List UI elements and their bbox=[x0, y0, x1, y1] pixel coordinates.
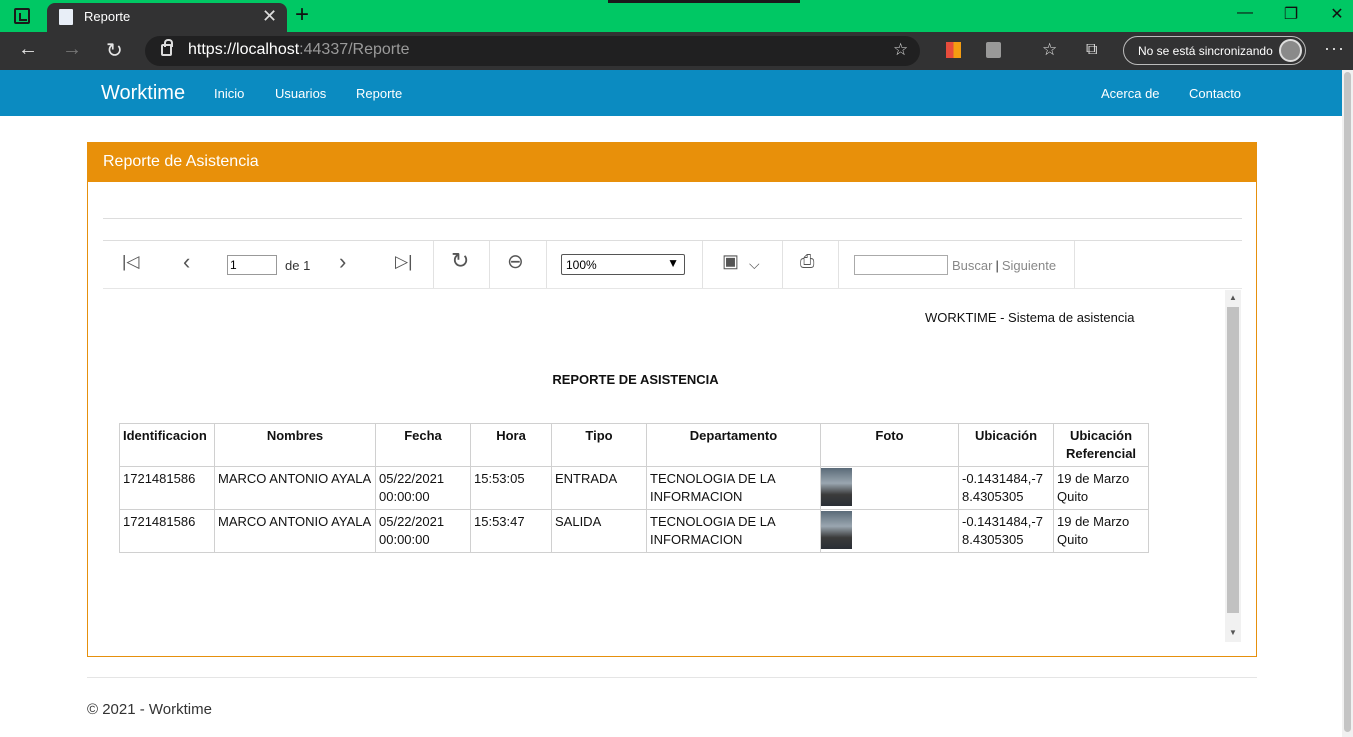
chevron-down-icon[interactable]: ⌵ bbox=[749, 256, 760, 273]
find-links: Buscar | Siguiente bbox=[952, 258, 1057, 273]
cell-hora: 15:53:47 bbox=[470, 509, 552, 553]
page-icon bbox=[59, 9, 73, 25]
profile-sync-button[interactable]: No se está sincronizando bbox=[1123, 36, 1306, 65]
table-row: 1721481586 MARCO ANTONIO AYALA 05/22/202… bbox=[119, 509, 1149, 553]
close-icon[interactable]: ✕ bbox=[262, 6, 277, 27]
cell-nombres: MARCO ANTONIO AYALA bbox=[214, 466, 376, 510]
favorites-icon[interactable]: ☆ bbox=[1042, 40, 1057, 60]
column-header: Fecha bbox=[375, 423, 471, 467]
report-viewer: |◁ ‹ de 1 › ▷| ↻ ⊖ 100% ▼ ▣ ⌵ ⎙ Buscar|S… bbox=[103, 240, 1242, 642]
cell-fecha: 05/22/2021 00:00:00 bbox=[375, 466, 471, 510]
close-window-icon[interactable]: ✕ bbox=[1314, 4, 1353, 24]
report-scrollbar[interactable]: ▲ ▼ bbox=[1225, 290, 1241, 642]
minimize-icon[interactable]: — bbox=[1222, 4, 1268, 22]
plus-icon[interactable]: + bbox=[295, 2, 309, 28]
column-header: Tipo bbox=[551, 423, 647, 467]
column-header: Foto bbox=[820, 423, 959, 467]
report-title: REPORTE DE ASISTENCIA bbox=[552, 372, 719, 387]
favorite-add-icon[interactable]: ☆ bbox=[893, 40, 908, 60]
cell-foto bbox=[820, 466, 959, 510]
nav-usuarios[interactable]: Usuarios bbox=[275, 86, 326, 101]
tab-actions-icon[interactable] bbox=[14, 8, 30, 24]
scroll-thumb[interactable] bbox=[1227, 307, 1239, 613]
cell-departamento: TECNOLOGIA DE LA INFORMACION bbox=[646, 509, 821, 553]
browser-tab[interactable]: Reporte ✕ bbox=[47, 3, 287, 32]
footer-text: © 2021 - Worktime bbox=[87, 701, 212, 718]
browser-address-bar: ← → ↻ https://localhost:44337/Reporte ☆ … bbox=[0, 32, 1353, 70]
nav-inicio[interactable]: Inicio bbox=[214, 86, 244, 101]
first-page-icon[interactable]: |◁ bbox=[122, 252, 140, 272]
cell-nombres: MARCO ANTONIO AYALA bbox=[214, 509, 376, 553]
panel-heading: Reporte de Asistencia bbox=[88, 143, 1256, 182]
user-photo bbox=[821, 511, 852, 549]
window-drag-strip bbox=[608, 0, 800, 3]
column-header: Ubicación bbox=[958, 423, 1054, 467]
more-icon[interactable]: ··· bbox=[1324, 38, 1345, 59]
scroll-up-icon[interactable]: ▲ bbox=[1229, 293, 1237, 302]
page-scrollbar[interactable] bbox=[1342, 70, 1353, 737]
refresh-icon[interactable]: ↻ bbox=[106, 38, 123, 63]
footer-divider bbox=[87, 677, 1257, 678]
page-number-input[interactable] bbox=[227, 255, 277, 275]
forward-icon[interactable]: → bbox=[62, 38, 82, 61]
column-header: Identificacion bbox=[119, 423, 215, 467]
url-text: https://localhost:44337/Reporte bbox=[188, 41, 410, 58]
cell-hora: 15:53:05 bbox=[470, 466, 552, 510]
cell-tipo: ENTRADA bbox=[551, 466, 647, 510]
chevron-down-icon: ▼ bbox=[667, 256, 679, 270]
cell-foto bbox=[820, 509, 959, 553]
cell-fecha: 05/22/2021 00:00:00 bbox=[375, 509, 471, 553]
page-count: de 1 bbox=[285, 258, 311, 273]
cell-id: 1721481586 bbox=[119, 509, 215, 553]
cell-id: 1721481586 bbox=[119, 466, 215, 510]
next-page-icon[interactable]: › bbox=[339, 249, 346, 275]
report-toolbar: |◁ ‹ de 1 › ▷| ↻ ⊖ 100% ▼ ▣ ⌵ ⎙ Buscar|S… bbox=[103, 241, 1242, 289]
avatar-icon bbox=[1279, 39, 1302, 62]
company-name: WORKTIME - Sistema de asistencia bbox=[925, 310, 1135, 325]
column-header: Ubicación Referencial bbox=[1053, 423, 1149, 467]
column-header: Departamento bbox=[646, 423, 821, 467]
extension-icon[interactable] bbox=[946, 42, 961, 58]
collections-icon[interactable]: ⧉ bbox=[1086, 41, 1097, 59]
column-header: Hora bbox=[470, 423, 552, 467]
nav-acerca-de[interactable]: Acerca de bbox=[1101, 86, 1160, 101]
nav-reporte[interactable]: Reporte bbox=[356, 86, 402, 101]
lock-icon[interactable] bbox=[161, 39, 173, 56]
print-icon[interactable]: ⎙ bbox=[800, 251, 814, 272]
attendance-table: Identificacion Nombres Fecha Hora Tipo D… bbox=[119, 423, 1149, 553]
back-to-parent-icon[interactable]: ⊖ bbox=[507, 249, 524, 274]
zoom-select[interactable]: 100% ▼ bbox=[561, 254, 685, 275]
column-header: Nombres bbox=[214, 423, 376, 467]
cell-ubicacion: -0.1431484,-78.4305305 bbox=[958, 509, 1054, 553]
find-link[interactable]: Buscar bbox=[952, 258, 992, 273]
extension-icon[interactable] bbox=[986, 42, 1001, 58]
cell-ubicacion: -0.1431484,-78.4305305 bbox=[958, 466, 1054, 510]
back-icon[interactable]: ← bbox=[18, 38, 38, 61]
last-page-icon[interactable]: ▷| bbox=[395, 252, 413, 272]
brand-link[interactable]: Worktime bbox=[101, 82, 185, 105]
table-header-row: Identificacion Nombres Fecha Hora Tipo D… bbox=[119, 423, 1149, 467]
restore-icon[interactable]: ❐ bbox=[1268, 4, 1314, 24]
scroll-down-icon[interactable]: ▼ bbox=[1229, 628, 1237, 637]
refresh-report-icon[interactable]: ↻ bbox=[451, 248, 469, 274]
url-input[interactable]: https://localhost:44337/Reporte ☆ bbox=[145, 36, 920, 66]
report-panel: Reporte de Asistencia |◁ ‹ de 1 › ▷| ↻ ⊖… bbox=[87, 142, 1257, 657]
user-photo bbox=[821, 468, 852, 506]
panel-title: Reporte de Asistencia bbox=[103, 153, 259, 170]
app-navbar: Worktime Inicio Usuarios Reporte Acerca … bbox=[0, 70, 1342, 116]
report-content: WORKTIME - Sistema de asistencia REPORTE… bbox=[103, 290, 1242, 642]
previous-page-icon[interactable]: ‹ bbox=[183, 249, 190, 275]
find-next-link[interactable]: Siguiente bbox=[1002, 258, 1056, 273]
table-row: 1721481586 MARCO ANTONIO AYALA 05/22/202… bbox=[119, 466, 1149, 510]
cell-tipo: SALIDA bbox=[551, 509, 647, 553]
browser-tab-bar: Reporte ✕ + — ❐ ✕ bbox=[0, 0, 1353, 32]
save-icon[interactable]: ▣ bbox=[722, 251, 739, 272]
divider bbox=[103, 218, 1242, 219]
nav-contacto[interactable]: Contacto bbox=[1189, 86, 1241, 101]
find-input[interactable] bbox=[854, 255, 948, 275]
tab-title: Reporte bbox=[84, 9, 131, 24]
cell-departamento: TECNOLOGIA DE LA INFORMACION bbox=[646, 466, 821, 510]
cell-referencial: 19 de Marzo Quito bbox=[1053, 509, 1149, 553]
cell-referencial: 19 de Marzo Quito bbox=[1053, 466, 1149, 510]
